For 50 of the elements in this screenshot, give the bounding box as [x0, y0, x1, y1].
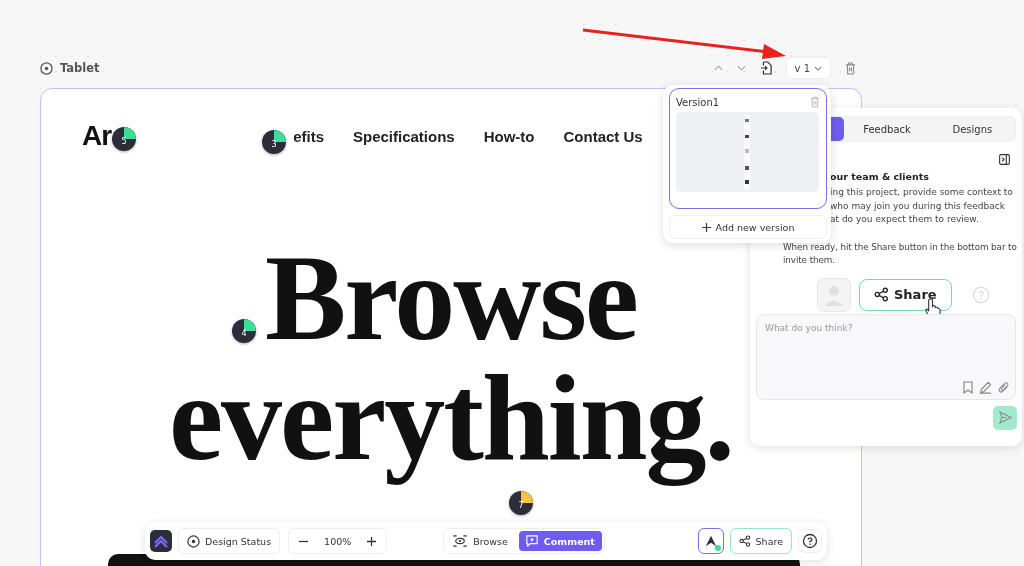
bookmark-icon[interactable]: [963, 380, 973, 394]
comment-field[interactable]: What do you think?: [756, 313, 1016, 400]
help-icon[interactable]: [798, 529, 822, 553]
chevron-down-icon[interactable]: [736, 65, 746, 71]
mode-button[interactable]: Browse: [446, 531, 515, 551]
comment-icon: [525, 535, 538, 547]
plus-icon: [701, 222, 711, 232]
nav-link[interactable]: Specifications: [352, 127, 455, 145]
online-status-dot: [714, 545, 721, 551]
send-button[interactable]: [993, 405, 1017, 430]
panel-tab[interactable]: Designs: [929, 117, 1015, 141]
design-status-button[interactable]: Design Status: [178, 528, 281, 554]
version-dropdown[interactable]: v 1: [785, 57, 831, 79]
trash-icon[interactable]: [845, 61, 856, 75]
paperclip-icon[interactable]: [998, 380, 1010, 394]
nav-link[interactable]: How-to: [483, 127, 535, 145]
target-icon: [187, 534, 200, 548]
trash-icon[interactable]: [810, 96, 820, 108]
export-icon[interactable]: [759, 61, 772, 75]
zoom-level: 100%: [324, 535, 352, 547]
collapse-panel-icon[interactable]: [999, 154, 1010, 165]
zoom-in-icon[interactable]: [367, 536, 377, 546]
chevron-up-icon[interactable]: [713, 65, 723, 71]
app-logo-icon[interactable]: [150, 530, 172, 552]
hero-headline: Browse: [263, 246, 639, 350]
share-icon: [874, 287, 889, 302]
version-name: Version1: [676, 96, 720, 108]
send-icon: [998, 411, 1012, 424]
version-card[interactable]: Version1: [669, 88, 827, 209]
site-logo[interactable]: Ar: [82, 120, 112, 152]
add-version-button[interactable]: Add new version: [669, 215, 827, 239]
pencil-icon[interactable]: [979, 380, 992, 394]
panel-tab[interactable]: Feedback: [844, 117, 930, 141]
caret-icon: [814, 65, 822, 71]
share-icon: [738, 535, 751, 547]
nav-link[interactable]: efits: [293, 127, 324, 145]
panel-description: ing this project, provide some context to who may join you during this feedback at do you expect them to review.: [830, 186, 1014, 226]
letter-a-logo-icon: [704, 535, 717, 547]
hero-headline: everything.: [167, 350, 735, 486]
help-icon: [971, 285, 990, 304]
nav-link[interactable]: Contact Us: [563, 127, 643, 145]
device-label[interactable]: Tablet: [40, 61, 100, 75]
user-avatar[interactable]: [697, 528, 724, 554]
mode-button[interactable]: Comment: [518, 531, 602, 551]
panel-heading: our team & clients: [830, 171, 931, 182]
share-button[interactable]: Share: [729, 528, 792, 554]
share-instruction: When ready, hit the Share button in the bottom bar to invite them.: [783, 240, 1018, 267]
target-icon: [40, 61, 53, 75]
avatar-tile-icon: [817, 277, 851, 312]
eye-icon: [453, 535, 468, 547]
